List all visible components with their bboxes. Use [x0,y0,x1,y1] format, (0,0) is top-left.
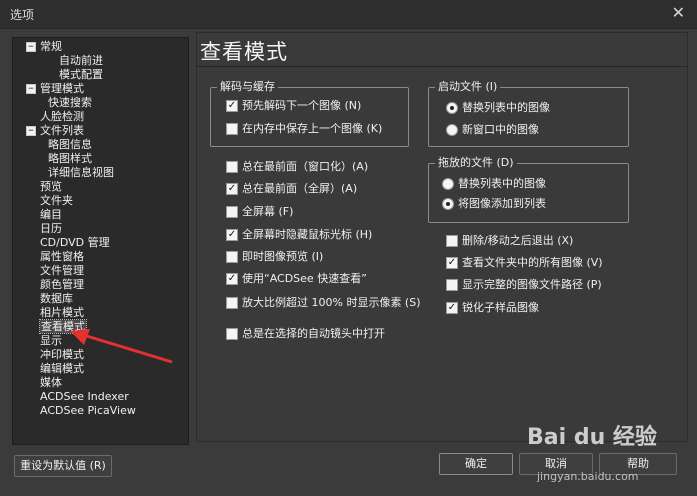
ok-button[interactable]: 确定 [439,453,513,475]
checkbox-box[interactable] [226,206,238,218]
option-label: 使用“ACDSee 快速查看” [242,272,367,285]
option-label: 锐化子样品图像 [462,301,539,314]
startup-file-legend: 启动文件 (I) [435,80,501,94]
option-label: 替换列表中的图像 [462,101,550,114]
baidu-watermark-url: jingyan.baidu.com [537,470,639,483]
reset-defaults-button[interactable]: 重设为默认值 (R) [14,455,112,477]
option-label: 总在最前面（窗口化）(A) [242,160,369,173]
option-label: 放大比例超过 100% 时显示像素 (S) [242,296,421,309]
dropped-file-group: 拖放的文件 (D) [428,156,629,223]
title-divider [196,66,687,67]
checkbox-box[interactable] [226,251,238,263]
option-label: 全屏幕 (F) [242,205,294,218]
checkbox-box[interactable]: ✓ [226,229,238,241]
option-label: 将图像添加到列表 [458,197,546,210]
checkbox-box[interactable] [226,297,238,309]
checkbox-box[interactable] [226,161,238,173]
option-label: 全屏幕时隐藏鼠标光标 (H) [242,228,373,241]
checkbox-box[interactable] [226,123,238,135]
page-title: 查看模式 [200,40,288,64]
checkbox-box[interactable]: ✓ [446,302,458,314]
checkbox-box[interactable]: ✓ [226,273,238,285]
option-label: 替换列表中的图像 [458,177,546,190]
checkbox-box[interactable] [226,328,238,340]
decode-cache-legend: 解码与缓存 [217,80,278,94]
option-label: 删除/移动之后退出 (X) [462,234,574,247]
option-label: 总是在选择的自动镜头中打开 [242,327,385,340]
radio-dot [450,106,454,110]
option-label: 总在最前面（全屏）(A) [242,182,358,195]
option-label: 预先解码下一个图像 (N) [242,99,362,112]
startup-file-group: 启动文件 (I) [428,80,629,147]
checkbox-box[interactable] [446,279,458,291]
checkbox-box[interactable]: ✓ [226,100,238,112]
checkbox-box[interactable]: ✓ [226,183,238,195]
baidu-watermark-logo: Bai du 经验 [527,425,657,450]
checkbox-box[interactable] [446,235,458,247]
radio-circle[interactable] [442,198,454,210]
radio-circle[interactable] [446,102,458,114]
radio-circle[interactable] [442,178,454,190]
decode-cache-group: 解码与缓存 [210,80,409,147]
option-label: 在内存中保存上一个图像 (K) [242,122,383,135]
radio-dot [446,202,450,206]
option-label: 即时图像预览 (I) [242,250,324,263]
dropped-file-legend: 拖放的文件 (D) [435,156,517,170]
option-label: 查看文件夹中的所有图像 (V) [462,256,603,269]
checkbox-box[interactable]: ✓ [446,257,458,269]
option-label: 显示完整的图像文件路径 (P) [462,278,602,291]
option-label: 新窗口中的图像 [462,123,539,136]
radio-circle[interactable] [446,124,458,136]
